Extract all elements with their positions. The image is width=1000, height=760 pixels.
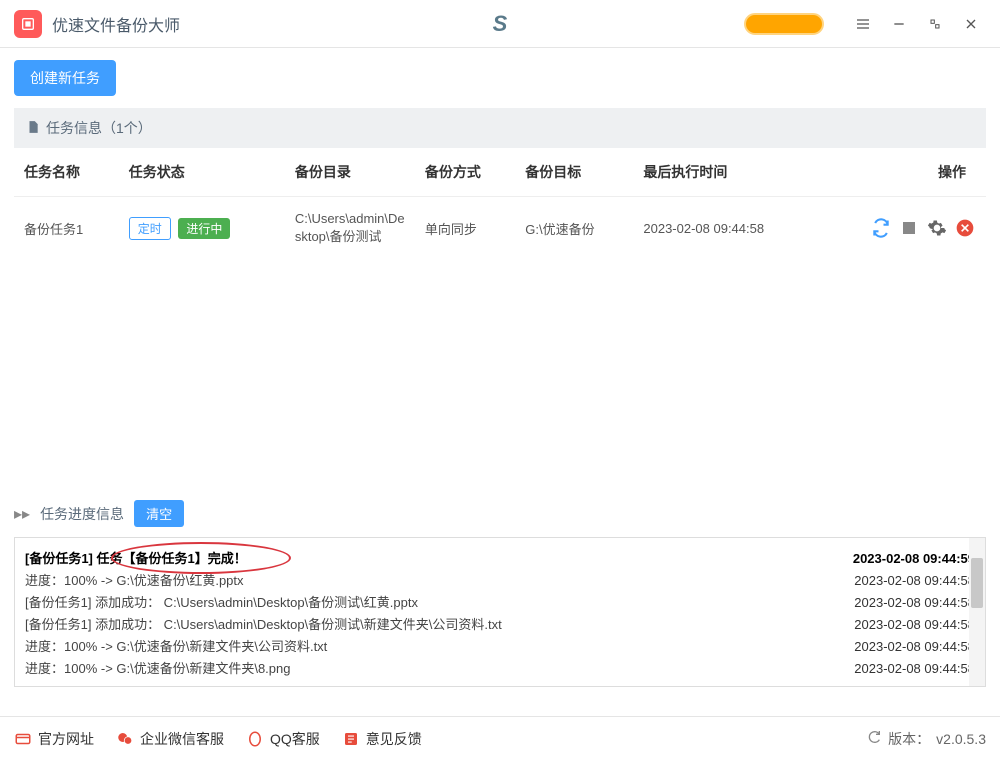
table-row: 备份任务1 定时 进行中 C:\Users\admin\Desktop\备份测试…	[14, 197, 986, 260]
log-row: 进度：100% -> G:\优速备份\红黄.pptx 2023-02-08 09:…	[25, 570, 975, 592]
cell-target: G:\优速备份	[515, 197, 633, 260]
gear-icon[interactable]	[926, 217, 948, 239]
feedback-icon	[342, 730, 360, 748]
qq-support-link[interactable]: QQ客服	[246, 729, 320, 749]
col-lastrun: 最后执行时间	[633, 148, 819, 197]
file-icon	[26, 120, 40, 137]
new-task-button[interactable]: 创建新任务	[14, 60, 116, 96]
task-panel: 任务信息（1个） 任务名称 任务状态 备份目录 备份方式 备份目标 最后执行时间…	[14, 108, 986, 468]
log-text: 进度：100% -> G:\优速备份\新建文件夹\公司资料.txt	[25, 636, 834, 658]
app-logo	[14, 10, 42, 38]
log-time: 2023-02-08 09:44:58	[854, 636, 975, 658]
titlebar-decoration: S	[493, 11, 508, 37]
progress-toggle-icon[interactable]: ▸▸	[14, 504, 30, 524]
account-pill[interactable]	[744, 13, 824, 35]
footer: 官方网址 企业微信客服 QQ客服 意见反馈 版本： v2.0.5.3	[0, 716, 1000, 760]
col-name: 任务名称	[14, 148, 119, 197]
log-text: [备份任务1] 任务【备份任务1】完成！	[25, 548, 833, 570]
cell-actions	[819, 197, 986, 260]
log-row: [备份任务1] 任务【备份任务1】完成！ 2023-02-08 09:44:59	[25, 548, 975, 570]
maximize-icon[interactable]	[920, 9, 950, 39]
task-panel-header: 任务信息（1个）	[14, 108, 986, 148]
col-target: 备份目标	[515, 148, 633, 197]
log-time: 2023-02-08 09:44:58	[854, 658, 975, 680]
log-row: [备份任务1] 添加成功： C:\Users\admin\Desktop\备份测…	[25, 614, 975, 636]
clear-button[interactable]: 清空	[134, 500, 184, 527]
log-text: [备份任务1] 添加成功： C:\Users\admin\Desktop\备份测…	[25, 614, 834, 636]
menu-icon[interactable]	[848, 9, 878, 39]
log-time: 2023-02-08 09:44:58	[854, 614, 975, 636]
task-panel-title: 任务信息（1个）	[46, 118, 152, 138]
log-row: [备份任务1] 添加成功： C:\Users\admin\Desktop\备份测…	[25, 592, 975, 614]
col-dir: 备份目录	[285, 148, 415, 197]
log-time: 2023-02-08 09:44:58	[854, 570, 975, 592]
status-badge-running: 进行中	[178, 218, 230, 239]
log-row: 进度：100% -> G:\优速备份\新建文件夹\8.png 2023-02-08…	[25, 658, 975, 680]
col-status: 任务状态	[119, 148, 285, 197]
toolbar: 创建新任务	[0, 48, 1000, 108]
log-text: [备份任务1] 添加成功： C:\Users\admin\Desktop\备份测…	[25, 592, 834, 614]
titlebar: 优速文件备份大师 S	[0, 0, 1000, 48]
sync-icon[interactable]	[870, 217, 892, 239]
progress-panel: ▸▸ 任务进度信息 清空 [备份任务1] 任务【备份任务1】完成！ 2023-02…	[14, 500, 986, 687]
wechat-support-link[interactable]: 企业微信客服	[116, 729, 224, 749]
progress-title: 任务进度信息	[40, 504, 124, 524]
close-icon[interactable]	[956, 9, 986, 39]
stop-icon[interactable]	[898, 217, 920, 239]
feedback-link[interactable]: 意见反馈	[342, 729, 422, 749]
official-site-link[interactable]: 官方网址	[14, 729, 94, 749]
cell-lastrun: 2023-02-08 09:44:58	[633, 197, 819, 260]
cell-mode: 单向同步	[415, 197, 515, 260]
qq-icon	[246, 730, 264, 748]
task-table: 任务名称 任务状态 备份目录 备份方式 备份目标 最后执行时间 操作 备份任务1…	[14, 148, 986, 259]
log-time: 2023-02-08 09:44:59	[853, 548, 975, 570]
cell-name: 备份任务1	[14, 197, 119, 260]
col-mode: 备份方式	[415, 148, 515, 197]
log-time: 2023-02-08 09:44:58	[854, 592, 975, 614]
globe-icon	[14, 730, 32, 748]
cell-dir: C:\Users\admin\Desktop\备份测试	[285, 197, 415, 260]
col-actions: 操作	[819, 148, 986, 197]
version-info: 版本： v2.0.5.3	[866, 729, 986, 749]
refresh-icon[interactable]	[866, 729, 882, 748]
log-box[interactable]: [备份任务1] 任务【备份任务1】完成！2023-02-08 09:44:59进…	[14, 537, 986, 687]
delete-icon[interactable]	[954, 217, 976, 239]
log-row: 进度：100% -> G:\优速备份\新建文件夹\公司资料.txt 2023-02…	[25, 636, 975, 658]
cell-status: 定时 进行中	[119, 197, 285, 260]
status-badge-scheduled: 定时	[129, 217, 171, 240]
scrollbar[interactable]	[969, 538, 985, 686]
log-text: 进度：100% -> G:\优速备份\新建文件夹\8.png	[25, 658, 834, 680]
minimize-icon[interactable]	[884, 9, 914, 39]
app-title: 优速文件备份大师	[52, 12, 180, 36]
wechat-icon	[116, 730, 134, 748]
log-text: 进度：100% -> G:\优速备份\红黄.pptx	[25, 570, 834, 592]
